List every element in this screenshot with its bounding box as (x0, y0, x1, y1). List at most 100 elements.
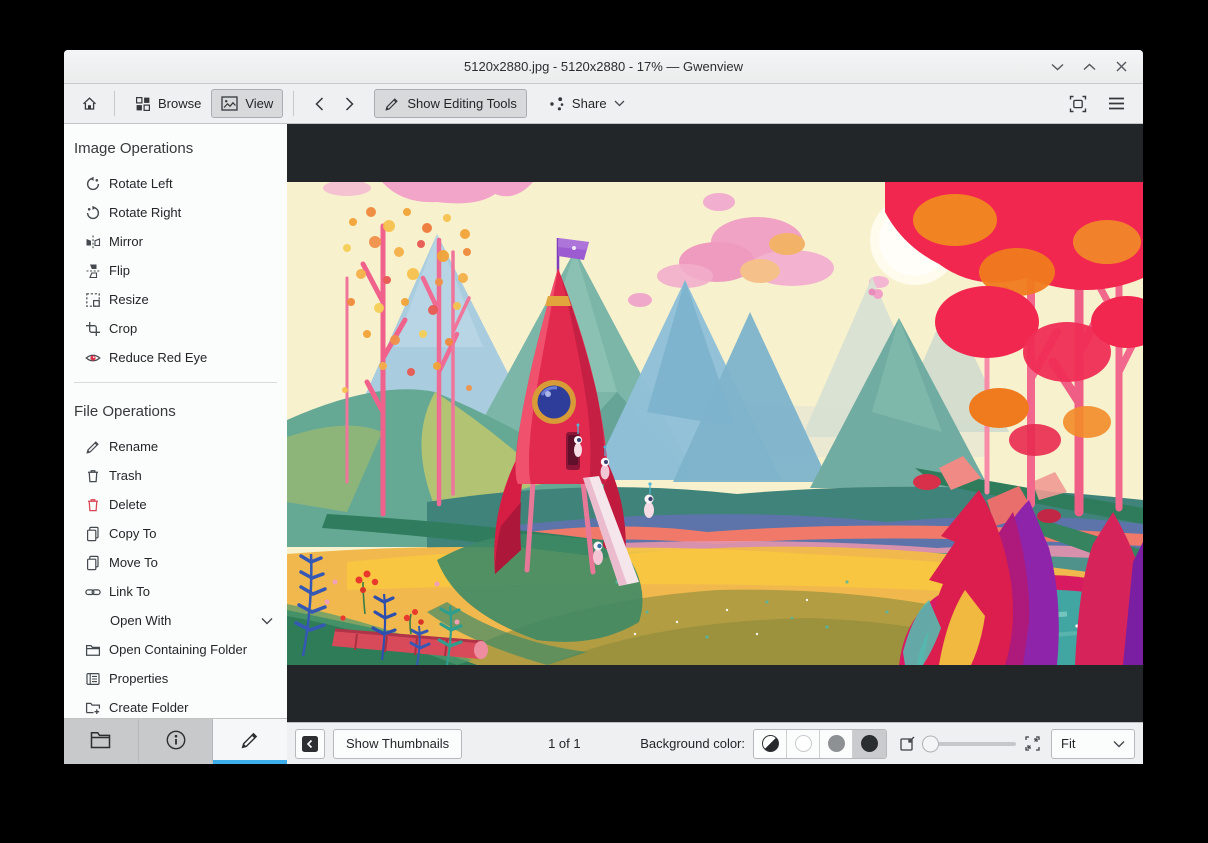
zoom-out-fit-icon[interactable] (899, 735, 916, 752)
sidebar-tabbar (64, 718, 288, 764)
fit-window-button[interactable] (1063, 89, 1093, 118)
tab-operations[interactable] (213, 719, 288, 764)
titlebar[interactable]: 5120x2880.jpg - 5120x2880 - 17% — Gwenvi… (64, 50, 1143, 84)
rename-icon (85, 439, 101, 455)
collapse-sidebar-icon (301, 735, 319, 753)
red-eye-icon (85, 350, 101, 366)
sidebar-item-rotate-right[interactable]: Rotate Right (64, 198, 287, 227)
section-divider (74, 382, 277, 383)
sidebar-item-reduce-red-eye[interactable]: Reduce Red Eye (64, 343, 287, 372)
view-button[interactable]: View (211, 89, 284, 118)
sidebar-item-label: Move To (109, 555, 158, 570)
share-button[interactable]: Share (539, 89, 635, 118)
section-title-image-operations: Image Operations (74, 140, 194, 157)
move-icon (85, 555, 101, 571)
browse-icon (135, 96, 151, 112)
folder-new-icon (85, 700, 101, 716)
rotate-left-icon (85, 176, 101, 192)
sidebar-item-properties[interactable]: Properties (64, 664, 287, 693)
toolbar-separator (114, 91, 115, 116)
show-editing-tools-label: Show Editing Tools (407, 96, 517, 111)
go-back-button[interactable] (304, 89, 334, 118)
folder-icon (90, 731, 111, 749)
zoom-slider-handle[interactable] (922, 735, 939, 752)
home-button[interactable] (74, 89, 104, 118)
image-view[interactable] (287, 124, 1143, 722)
sidebar-item-rotate-left[interactable]: Rotate Left (64, 169, 287, 198)
sidebar-item-label: Rotate Left (109, 176, 173, 191)
close-icon[interactable] (1113, 59, 1129, 75)
share-label: Share (571, 96, 607, 111)
copy-icon (85, 526, 101, 542)
bg-color-dark-button[interactable] (853, 729, 886, 758)
section-title-file-operations: File Operations (74, 403, 176, 420)
crop-icon (85, 321, 101, 337)
sidebar-item-trash[interactable]: Trash (64, 461, 287, 490)
trash-icon (85, 468, 101, 484)
sidebar-item-label: Trash (109, 468, 142, 483)
sidebar-item-copy-to[interactable]: Copy To (64, 519, 287, 548)
show-editing-tools-button[interactable]: Show Editing Tools (374, 89, 527, 118)
page-indicator: 1 of 1 (548, 736, 581, 751)
displayed-image (287, 182, 1143, 665)
sidebar-item-label: Crop (109, 321, 138, 336)
statusbar: Show Thumbnails 1 of 1 Background color: (287, 722, 1143, 764)
fit-view-icon (1069, 95, 1087, 113)
go-forward-button[interactable] (334, 89, 364, 118)
minimize-icon[interactable] (1049, 59, 1065, 75)
zoom-slider[interactable] (922, 735, 1016, 752)
sidebar-item-move-to[interactable]: Move To (64, 548, 287, 577)
sidebar-item-delete[interactable]: Delete (64, 490, 287, 519)
bg-color-light-button[interactable] (787, 729, 820, 758)
chevron-left-icon (314, 96, 325, 112)
bg-color-gray-button[interactable] (820, 729, 853, 758)
dark-circle-icon (861, 735, 878, 752)
resize-icon (85, 292, 101, 308)
sidebar-item-label: Copy To (109, 526, 157, 541)
info-icon (166, 730, 186, 750)
sidebar-item-label: Flip (109, 263, 130, 278)
bg-color-auto-button[interactable] (754, 729, 787, 758)
sidebar-item-resize[interactable]: Resize (64, 285, 287, 314)
show-thumbnails-label: Show Thumbnails (346, 736, 450, 751)
sidebar-item-label: Properties (109, 671, 169, 686)
link-icon (85, 584, 101, 600)
tab-information[interactable] (138, 719, 214, 764)
show-thumbnails-button[interactable]: Show Thumbnails (333, 728, 463, 759)
sidebar-item-crop[interactable]: Crop (64, 314, 287, 343)
browse-label: Browse (158, 96, 202, 111)
sidebar-item-mirror[interactable]: Mirror (64, 227, 287, 256)
sidebar-item-link-to[interactable]: Link To (64, 577, 287, 606)
maximize-icon[interactable] (1081, 59, 1097, 75)
chevron-down-icon (614, 100, 625, 107)
tab-folders[interactable] (64, 719, 139, 764)
flip-icon (85, 263, 101, 279)
folder-icon (85, 642, 101, 658)
sidebar-item-label: Link To (109, 584, 150, 599)
share-icon (549, 96, 565, 112)
sidebar-item-open-with[interactable]: Open With (64, 606, 287, 635)
sidebar-item-open-containing-folder[interactable]: Open Containing Folder (64, 635, 287, 664)
sidebar-item-flip[interactable]: Flip (64, 256, 287, 285)
sidebar-item-rename[interactable]: Rename (64, 432, 287, 461)
zoom-mode-value: Fit (1061, 736, 1076, 751)
browse-button[interactable]: Browse (125, 89, 211, 118)
sidebar-item-label: Mirror (109, 234, 143, 249)
window-title: 5120x2880.jpg - 5120x2880 - 17% — Gwenvi… (464, 59, 743, 74)
toggle-sidebar-button[interactable] (295, 728, 325, 759)
gwenview-window: 5120x2880.jpg - 5120x2880 - 17% — Gwenvi… (64, 50, 1143, 764)
sidebar-item-create-folder[interactable]: Create Folder (64, 693, 287, 718)
menu-button[interactable] (1101, 89, 1131, 118)
properties-icon (85, 671, 101, 687)
mirror-icon (85, 234, 101, 250)
view-label: View (245, 96, 274, 111)
zoom-in-expand-icon[interactable] (1024, 735, 1041, 752)
pencil-icon (240, 730, 260, 750)
delete-icon (85, 497, 101, 513)
zoom-mode-select[interactable]: Fit (1051, 728, 1135, 759)
chevron-right-icon (344, 96, 355, 112)
pencil-icon (384, 96, 400, 112)
main-toolbar: Browse View Show Editing Tools Share (64, 84, 1143, 124)
sidebar-item-label: Delete (109, 497, 147, 512)
gray-circle-icon (827, 735, 845, 752)
